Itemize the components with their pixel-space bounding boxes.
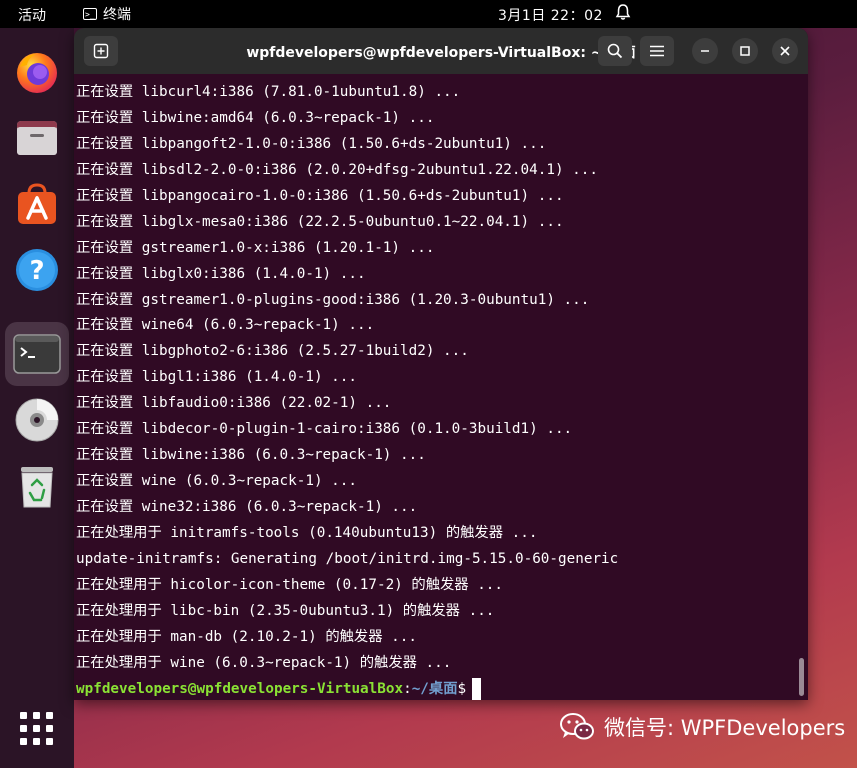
maximize-button[interactable] — [732, 38, 758, 64]
terminal-window: wpfdevelopers@wpfdevelopers-VirtualBox: … — [74, 28, 808, 700]
terminal-line: 正在设置 libpangocairo-1.0-0:i386 (1.50.6+ds… — [76, 187, 564, 204]
close-button[interactable] — [772, 38, 798, 64]
dock-terminal[interactable] — [5, 322, 69, 386]
help-icon: ? — [16, 249, 58, 291]
dock-trash[interactable] — [5, 454, 69, 518]
wechat-icon — [560, 713, 594, 740]
terminal-line: 正在设置 wine (6.0.3~repack-1) ... — [76, 473, 357, 490]
terminal-line: 正在设置 libglx-mesa0:i386 (22.2.5-0ubuntu0.… — [76, 213, 564, 230]
close-icon — [780, 46, 790, 56]
app-menu[interactable]: >_ 终端 — [83, 4, 131, 24]
maximize-icon — [740, 46, 750, 56]
terminal-line: 正在设置 gstreamer1.0-x:i386 (1.20.1-1) ... — [76, 239, 435, 256]
terminal-line: 正在设置 libwine:amd64 (6.0.3~repack-1) ... — [76, 109, 435, 126]
prompt-user: wpfdevelopers@wpfdevelopers-VirtualBox — [76, 680, 404, 697]
dock-software[interactable] — [5, 172, 69, 236]
terminal-line: 正在设置 gstreamer1.0-plugins-good:i386 (1.2… — [76, 291, 590, 308]
prompt-separator: : — [403, 680, 412, 697]
terminal-line: 正在设置 libwine:i386 (6.0.3~repack-1) ... — [76, 447, 426, 464]
terminal-line: 正在处理用于 wine (6.0.3~repack-1) 的触发器 ... — [76, 654, 452, 671]
dock-files[interactable] — [5, 106, 69, 170]
terminal-line: 正在处理用于 libc-bin (2.35-0ubuntu3.1) 的触发器 .… — [76, 602, 495, 619]
terminal-line: 正在设置 libgphoto2-6:i386 (2.5.27-1build2) … — [76, 343, 469, 360]
dock-help[interactable]: ? — [5, 238, 69, 302]
prompt-symbol: $ — [457, 680, 467, 697]
terminal-output[interactable]: 正在设置 libcurl4:i386 (7.81.0-1ubuntu1.8) .… — [74, 80, 794, 700]
terminal-line: update-initramfs: Generating /boot/initr… — [76, 550, 619, 567]
search-button[interactable] — [598, 36, 632, 66]
text-cursor — [472, 677, 482, 700]
prompt-line[interactable]: wpfdevelopers@wpfdevelopers-VirtualBox:~… — [74, 677, 794, 700]
disc-icon — [15, 398, 59, 442]
hamburger-icon — [650, 45, 664, 57]
terminal-line: 正在设置 libpangoft2-1.0-0:i386 (1.50.6+ds-2… — [76, 135, 547, 152]
title-bar[interactable]: wpfdevelopers@wpfdevelopers-VirtualBox: … — [74, 28, 808, 74]
dock-disc[interactable] — [5, 388, 69, 452]
files-icon — [17, 121, 57, 155]
activities-button[interactable]: 活动 — [18, 5, 46, 25]
software-icon — [18, 183, 56, 224]
terminal-line: 正在设置 libfaudio0:i386 (22.02-1) ... — [76, 395, 392, 412]
prompt-path: ~/桌面 — [411, 680, 458, 697]
terminal-line: 正在处理用于 man-db (2.10.2-1) 的触发器 ... — [76, 628, 417, 645]
firefox-icon — [17, 53, 57, 93]
terminal-line: 正在设置 libglx0:i386 (1.4.0-1) ... — [76, 265, 366, 282]
watermark-text: 微信号: WPFDevelopers — [604, 716, 846, 740]
dock: ? — [0, 28, 74, 768]
menu-button[interactable] — [640, 36, 674, 66]
minimize-button[interactable] — [692, 38, 718, 64]
terminal-line: 正在处理用于 hicolor-icon-theme (0.17-2) 的触发器 … — [76, 576, 504, 593]
minimize-icon — [701, 50, 709, 52]
terminal-icon — [13, 334, 61, 374]
clock[interactable]: 3月1日 22：02 — [498, 5, 603, 25]
bell-icon[interactable] — [615, 3, 631, 25]
terminal-line: 正在设置 libdecor-0-plugin-1-cairo:i386 (0.1… — [76, 421, 573, 438]
terminal-line: 正在设置 wine32:i386 (6.0.3~repack-1) ... — [76, 499, 418, 515]
dock-firefox[interactable] — [5, 40, 69, 104]
trash-icon — [21, 467, 53, 508]
watermark: 微信号: WPFDevelopers — [560, 712, 845, 742]
terminal-icon: >_ — [83, 8, 97, 20]
terminal-line: 正在设置 libsdl2-2.0-0:i386 (2.0.20+dfsg-2ub… — [76, 161, 598, 178]
show-apps-button[interactable] — [20, 712, 54, 746]
svg-text:?: ? — [29, 256, 44, 286]
terminal-line: 正在设置 libcurl4:i386 (7.81.0-1ubuntu1.8) .… — [76, 84, 461, 100]
terminal-line: 正在设置 wine64 (6.0.3~repack-1) ... — [76, 317, 375, 334]
terminal-line: 正在处理用于 initramfs-tools (0.140ubuntu13) 的… — [76, 524, 538, 541]
top-bar: 活动 >_ 终端 3月1日 22：02 — [0, 0, 857, 28]
app-menu-label: 终端 — [103, 7, 131, 23]
terminal-line: 正在设置 libgl1:i386 (1.4.0-1) ... — [76, 369, 357, 386]
search-icon — [607, 43, 623, 59]
scrollbar[interactable] — [799, 658, 804, 696]
